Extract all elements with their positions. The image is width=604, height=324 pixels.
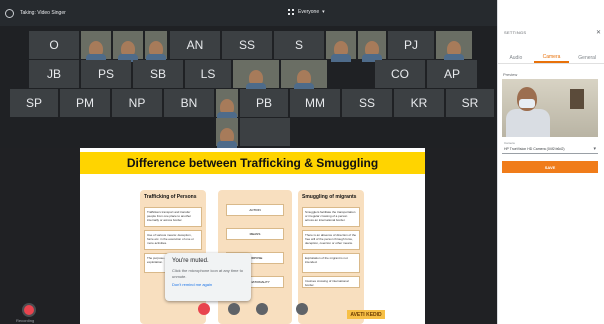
participant-tile[interactable]: SS xyxy=(342,89,392,117)
participant-tile[interactable]: SR xyxy=(446,89,494,117)
shared-presentation: Difference between Trafficking & Smuggli… xyxy=(80,148,425,324)
settings-panel: SETTINGS ✕ Audio Camera General Preview … xyxy=(497,0,604,324)
left-box: Use of various means: deception, force e… xyxy=(144,230,202,250)
save-button[interactable]: SAVE xyxy=(502,161,598,173)
participant-tile[interactable]: SP xyxy=(10,89,58,117)
record-button[interactable] xyxy=(22,303,36,317)
meeting-title: Taking: Video Singer xyxy=(20,10,66,16)
slide-title: Difference between Trafficking & Smuggli… xyxy=(80,152,425,174)
tab-camera[interactable]: Camera xyxy=(533,52,570,63)
tab-audio[interactable]: Audio xyxy=(498,52,534,63)
middle-row: ACTION xyxy=(226,204,284,216)
participant-video[interactable] xyxy=(81,31,111,62)
participant-tile[interactable]: SB xyxy=(133,60,183,88)
tooltip-title: You're muted. xyxy=(172,258,209,264)
right-column-title: Smuggling of migrants xyxy=(302,194,357,200)
participant-video[interactable] xyxy=(216,89,238,120)
right-box: Involves crossing of international borde… xyxy=(302,276,360,288)
participant-tile[interactable]: O xyxy=(29,31,79,59)
camera-preview xyxy=(502,79,598,137)
participant-tile[interactable]: JB xyxy=(29,60,79,88)
participant-tile[interactable]: SS xyxy=(222,31,272,59)
layout-selector[interactable]: Everyone ▾ xyxy=(288,9,325,15)
left-column-title: Trafficking of Persons xyxy=(144,194,197,200)
participant-tile[interactable]: PM xyxy=(60,89,110,117)
participant-tile[interactable]: CO xyxy=(375,60,425,88)
participant-tile[interactable]: NP xyxy=(112,89,162,117)
participant-tile[interactable]: PS xyxy=(81,60,131,88)
middle-row: MEANS xyxy=(226,228,284,240)
participant-video[interactable] xyxy=(233,60,279,91)
camera-icon[interactable] xyxy=(228,303,240,315)
chevron-down-icon: ▾ xyxy=(322,9,325,15)
participant-video[interactable] xyxy=(216,118,238,149)
participant-video[interactable] xyxy=(436,31,472,62)
left-box: Traffickers transport and transfer peopl… xyxy=(144,207,202,227)
tab-general[interactable]: General xyxy=(569,52,604,63)
right-box: Exploitation of the migrant is not inten… xyxy=(302,253,360,273)
camera-select-value: HP TrueVision HD Camera (04f2:b6d2) xyxy=(504,147,565,151)
tooltip-body: Click the microphone icon at any time to… xyxy=(172,268,243,279)
participant-tile[interactable]: AN xyxy=(170,31,220,59)
participant-video[interactable] xyxy=(113,31,143,62)
participant-tile[interactable]: AP xyxy=(427,60,477,88)
info-icon[interactable] xyxy=(5,8,14,18)
settings-tabs: Audio Camera General xyxy=(498,52,604,64)
participant-grid: O AN SS S PJ JB PS SB LS CO AP SP PM NP … xyxy=(0,26,497,149)
participant-video[interactable] xyxy=(281,60,327,91)
grid-icon xyxy=(288,9,294,15)
preview-label: Preview xyxy=(503,72,518,77)
participant-tile[interactable]: S xyxy=(274,31,324,59)
watermark-stamp: AVETI KEDID xyxy=(347,310,385,319)
participant-video[interactable] xyxy=(326,31,356,62)
right-box: There is an absence of direction of the … xyxy=(302,230,360,250)
screen-share-icon[interactable] xyxy=(256,303,268,315)
mic-off-icon[interactable] xyxy=(198,303,210,315)
dont-remind-link[interactable]: Don't remind me again xyxy=(172,282,244,287)
more-options-icon[interactable] xyxy=(296,303,308,315)
participant-tile[interactable] xyxy=(240,118,290,146)
layout-label: Everyone xyxy=(298,9,320,15)
chevron-down-icon: ▾ xyxy=(593,146,596,152)
record-label: Recording xyxy=(16,318,35,323)
settings-header: SETTINGS xyxy=(504,30,527,35)
right-box: Smugglers facilitate the transportation … xyxy=(302,207,360,227)
close-icon[interactable]: ✕ xyxy=(596,29,601,36)
participant-tile[interactable]: BN xyxy=(164,89,214,117)
smuggling-column: Smuggling of migrants Smugglers facilita… xyxy=(298,190,364,324)
participant-tile[interactable]: MM xyxy=(290,89,340,117)
top-bar: Taking: Video Singer Everyone ▾ ☻2 ○ ⚙ ⋮ xyxy=(0,0,596,26)
meeting-app: Taking: Video Singer Everyone ▾ ☻2 ○ ⚙ ⋮… xyxy=(0,0,604,324)
participant-tile[interactable]: KR xyxy=(394,89,444,117)
camera-select[interactable]: HP TrueVision HD Camera (04f2:b6d2) ▾ xyxy=(502,145,598,154)
muted-tooltip: You're muted. Click the microphone icon … xyxy=(165,253,251,301)
participant-tile[interactable]: PJ xyxy=(388,31,434,59)
participant-video[interactable] xyxy=(145,31,167,62)
participant-video[interactable] xyxy=(358,31,386,62)
participant-tile[interactable]: PB xyxy=(240,89,288,117)
participant-tile[interactable]: LS xyxy=(185,60,231,88)
